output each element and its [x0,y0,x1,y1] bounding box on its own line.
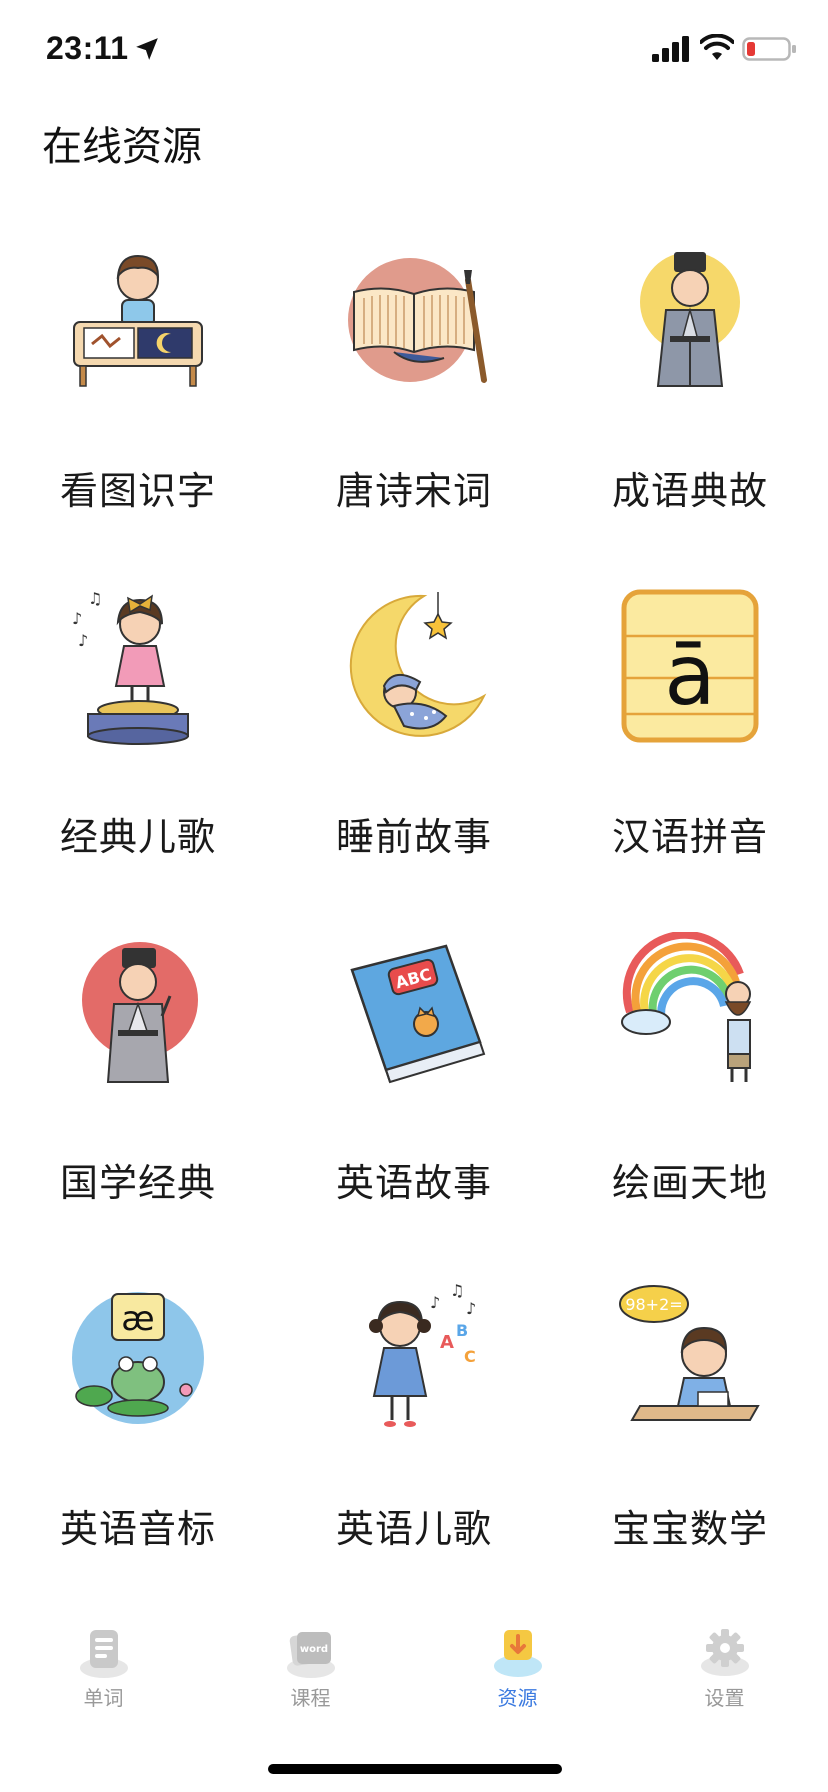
svg-text:B: B [456,1321,468,1340]
tab-label: 课程 [290,1686,331,1710]
resource-label: 汉语拼音 [611,815,768,859]
resource-label: 宝宝数学 [611,1507,768,1551]
pinyin-glyph: ā [664,626,715,724]
tab-label: 单词 [83,1686,124,1710]
resource-tile[interactable]: æ 英语音标 [0,1278,276,1624]
tab-settings[interactable]: 设置 [621,1620,828,1730]
resource-label: 英语故事 [335,1161,492,1205]
resource-tile[interactable]: ♪ ♫ ♪ 经典儿歌 [0,586,276,932]
svg-text:♪: ♪ [466,1299,476,1318]
math-bubble-text: 98+2= [625,1295,682,1314]
resource-label: 成语典故 [611,469,768,513]
confucian-scholar-icon [82,942,198,1083]
boy-math-icon: 98+2= [619,1285,760,1421]
phonetic-glyph: æ [121,1299,154,1339]
status-bar: 23:11 [0,0,828,100]
tab-label: 设置 [704,1686,745,1710]
poetry-scroll-icon [348,258,487,383]
svg-text:♪: ♪ [430,1293,440,1312]
pinyin-card-icon: ā [621,589,759,743]
resource-grid: 看图识字 唐诗宋词 成语典故 ♪ ♫ ♪ 经典儿歌 睡前故事 ā 汉语拼音 国学… [0,240,828,1624]
moon-baby-icon [349,592,487,737]
resource-tile[interactable]: ā 汉语拼音 [552,586,828,932]
resource-tile[interactable]: 国学经典 [0,932,276,1278]
svg-text:♪: ♪ [78,631,88,650]
svg-text:C: C [464,1347,476,1366]
battery-low-icon [742,37,796,61]
resource-label: 英语儿歌 [335,1507,492,1551]
gear-icon [700,1629,749,1676]
resource-label: 国学经典 [59,1161,216,1205]
app-screen: 23:11 在线资源 看图识字 唐诗宋词 成语典故 ♪ ♫ ♪ 经典儿歌 睡前故… [0,0,828,1792]
boy-writing-icon [73,254,203,387]
resource-tile[interactable]: 睡前故事 [276,586,552,932]
word-list-icon [79,1630,128,1678]
resource-tile[interactable]: 看图识字 [0,240,276,586]
resource-label: 唐诗宋词 [335,469,492,513]
word-cards-text: word [299,1644,327,1655]
resource-label: 睡前故事 [335,815,492,859]
resource-tile[interactable]: 绘画天地 [552,932,828,1278]
tab-bar: 单词 word 课程 资源 设置 [0,1620,828,1730]
svg-text:♪: ♪ [72,609,82,628]
tab-resources[interactable]: 资源 [414,1620,621,1730]
svg-text:A: A [440,1332,454,1353]
svg-text:♫: ♫ [88,589,102,608]
svg-text:♫: ♫ [450,1281,464,1300]
resource-tile[interactable]: 成语典故 [552,240,828,586]
location-arrow-icon [136,38,158,60]
girl-singing-icon: ♪ ♫ ♪ [72,589,189,745]
girl-singing-abc-icon: ♪ ♫ ♪ A B C [369,1281,476,1427]
status-time: 23:11 [46,30,129,66]
cloud-download-icon [493,1630,542,1677]
word-cards-icon: word [286,1632,335,1678]
tab-courses[interactable]: word 课程 [207,1620,414,1730]
resource-label: 英语音标 [59,1507,216,1551]
resource-label: 绘画天地 [611,1161,768,1205]
cellular-signal-icon [652,36,689,62]
resource-label: 经典儿歌 [59,815,216,859]
scholar-icon [640,252,740,387]
wifi-icon [700,34,734,60]
home-indicator [268,1764,562,1774]
resource-tile[interactable]: 唐诗宋词 [276,240,552,586]
rainbow-painter-icon [621,932,752,1082]
abc-book-icon: ABC [350,944,486,1084]
resource-tile[interactable]: 98+2= 宝宝数学 [552,1278,828,1624]
tab-words[interactable]: 单词 [0,1620,207,1730]
resource-tile[interactable]: ABC 英语故事 [276,932,552,1278]
resource-label: 看图识字 [59,469,216,513]
tab-label: 资源 [497,1686,538,1710]
resource-tile[interactable]: ♪ ♫ ♪ A B C 英语儿歌 [276,1278,552,1624]
page-title: 在线资源 [42,124,202,170]
frog-phonetic-icon: æ [72,1292,204,1424]
